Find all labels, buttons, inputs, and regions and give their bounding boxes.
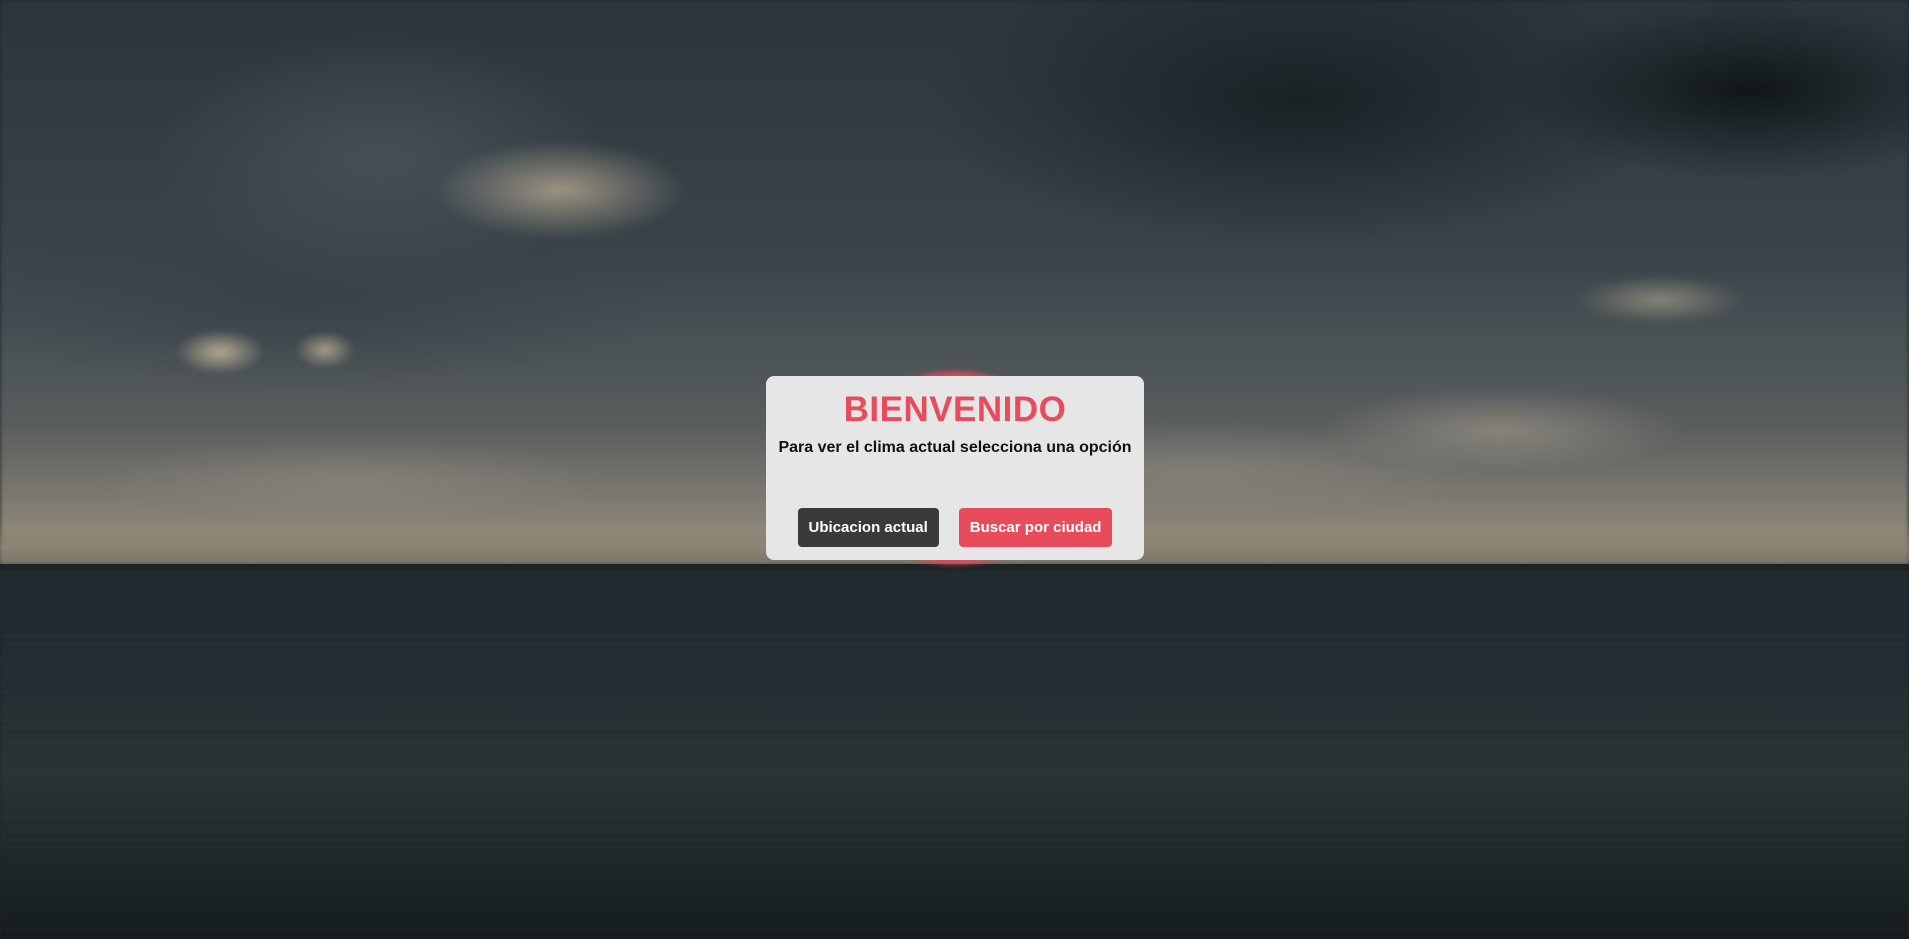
- background-horizon-line: [0, 564, 1909, 570]
- search-city-button[interactable]: Buscar por ciudad: [958, 508, 1113, 547]
- modal-title: BIENVENIDO: [843, 390, 1067, 429]
- current-location-button[interactable]: Ubicacion actual: [797, 508, 939, 547]
- page-background: BIENVENIDO Para ver el clima actual sele…: [0, 0, 1909, 939]
- modal-button-row: Ubicacion actual Buscar por ciudad: [766, 508, 1144, 547]
- welcome-modal: BIENVENIDO Para ver el clima actual sele…: [766, 376, 1144, 560]
- background-sea: [0, 565, 1909, 939]
- modal-subtitle: Para ver el clima actual selecciona una …: [778, 439, 1132, 456]
